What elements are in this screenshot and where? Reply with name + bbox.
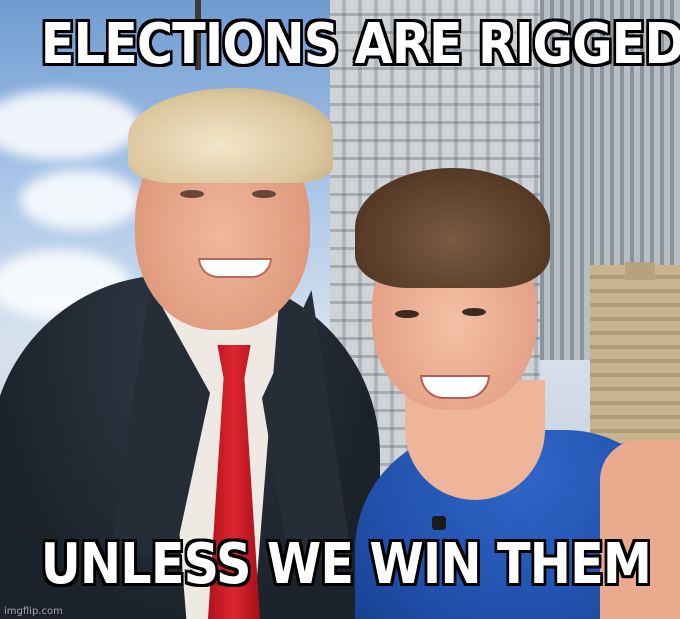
meme-top-text: ELECTIONS ARE RIGGED	[40, 12, 680, 77]
woman-eye-left	[395, 310, 419, 318]
man-eye-right	[252, 190, 276, 198]
woman-eye-right	[462, 308, 486, 316]
man-eye-left	[180, 190, 204, 198]
meme-bottom-text: UNLESS WE WIN THEM	[40, 532, 652, 597]
woman-hair	[355, 168, 550, 288]
man-smile	[198, 258, 272, 278]
tan-building-spire	[625, 262, 655, 280]
lapel-mic	[432, 516, 446, 530]
man-hair	[128, 88, 333, 183]
cloud	[20, 170, 140, 230]
cloud	[0, 90, 140, 160]
watermark: imgflip.com	[4, 606, 63, 617]
meme-image: ELECTIONS ARE RIGGED UNLESS WE WIN THEM …	[0, 0, 680, 619]
